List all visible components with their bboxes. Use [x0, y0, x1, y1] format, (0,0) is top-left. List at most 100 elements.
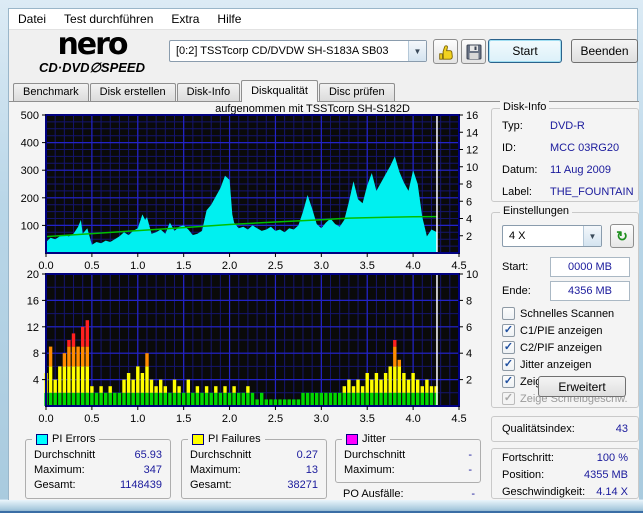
- quality-index-value: 43: [616, 423, 628, 435]
- checkbox-icon: [502, 307, 515, 320]
- save-button[interactable]: [461, 39, 486, 64]
- pi-errors-stats-title: PI Errors: [52, 433, 95, 445]
- tab-diskqualitaet[interactable]: Diskqualität: [241, 80, 318, 102]
- refresh-icon: ↻: [616, 228, 628, 245]
- svg-text:4.0: 4.0: [405, 413, 420, 425]
- pi-errors-chart: 1002003004005002468101214160.00.51.01.52…: [11, 107, 489, 271]
- quality-index-box: Qualitätsindex: 43: [491, 416, 639, 442]
- start-button[interactable]: Start: [488, 39, 562, 63]
- menu-item-extra[interactable]: Extra: [162, 10, 208, 28]
- svg-text:300: 300: [21, 165, 39, 177]
- client-area: Datei Test durchführen Extra Hilfe nero …: [8, 8, 638, 500]
- progress-box: Fortschritt:100 % Position:4355 MB Gesch…: [491, 448, 639, 499]
- pi-failures-average: 0.27: [297, 448, 318, 463]
- chevron-down-icon[interactable]: ▼: [583, 226, 601, 246]
- quit-button-label: Beenden: [580, 44, 628, 58]
- po-failures-value: -: [471, 488, 475, 500]
- quality-index-label: Qualitätsindex:: [502, 423, 575, 435]
- end-field-label: Ende:: [502, 285, 531, 297]
- svg-text:200: 200: [21, 193, 39, 205]
- speed-value: 4.14 X: [596, 484, 628, 501]
- start-button-label: Start: [512, 44, 537, 58]
- svg-text:6: 6: [466, 322, 472, 334]
- pi-errors-stats-box: PI Errors Durchschnitt65.93 Maximum:347 …: [25, 439, 171, 499]
- svg-text:0.0: 0.0: [38, 413, 53, 425]
- settings-box: Einstellungen 4 X ▼ ↻ Start: 0000 MB End…: [491, 212, 639, 408]
- jitter-average: -: [468, 448, 472, 463]
- svg-text:400: 400: [21, 138, 39, 150]
- advanced-button[interactable]: Erweitert: [538, 376, 626, 397]
- position-value: 4355 MB: [584, 467, 628, 484]
- disk-info-title: Disk-Info: [500, 101, 549, 113]
- quit-button[interactable]: Beenden: [571, 39, 638, 63]
- checkbox-c1-pie-anzeigen[interactable]: ✓C1/PIE anzeigen: [502, 323, 603, 338]
- svg-text:3.5: 3.5: [360, 413, 375, 425]
- pi-failures-maximum: 13: [306, 463, 318, 478]
- jitter-stats-box: Jitter Durchschnitt- Maximum:-: [335, 439, 481, 483]
- svg-text:4.5: 4.5: [451, 413, 466, 425]
- po-failures-row: PO Ausfälle: -: [343, 488, 475, 500]
- svg-text:2: 2: [466, 375, 472, 387]
- tab-disk-erstellen[interactable]: Disk erstellen: [90, 83, 176, 102]
- start-field[interactable]: 0000 MB: [550, 257, 630, 277]
- checkbox-jitter-anzeigen[interactable]: ✓Jitter anzeigen: [502, 357, 592, 372]
- end-field[interactable]: 4356 MB: [550, 281, 630, 301]
- checkbox-schnelles-scannen[interactable]: Schnelles Scannen: [502, 306, 614, 321]
- disk-date-value: 11 Aug 2009: [550, 159, 611, 181]
- svg-text:4: 4: [466, 214, 472, 226]
- chevron-down-icon[interactable]: ▼: [408, 41, 426, 61]
- svg-text:1.5: 1.5: [176, 413, 191, 425]
- pi-errors-total: 1148439: [120, 478, 162, 493]
- checkbox-icon: ✓: [502, 324, 515, 337]
- cd-dvd-speed-logo-text: CD·DVD∅SPEED: [17, 61, 167, 74]
- svg-text:8: 8: [466, 295, 472, 307]
- speed-selector[interactable]: 4 X ▼: [502, 225, 602, 247]
- svg-text:10: 10: [466, 270, 478, 281]
- menu-item-datei[interactable]: Datei: [9, 10, 55, 28]
- pi-errors-maximum: 347: [144, 463, 162, 478]
- jitter-maximum: -: [468, 463, 472, 478]
- svg-text:500: 500: [21, 110, 39, 122]
- disk-info-box: Disk-Info Typ:DVD-R ID:MCC 03RG20 Datum:…: [491, 108, 639, 202]
- tab-benchmark[interactable]: Benchmark: [13, 83, 89, 102]
- svg-text:8: 8: [466, 179, 472, 191]
- svg-text:16: 16: [27, 295, 39, 307]
- tab-strip: Benchmark Disk erstellen Disk-Info Diskq…: [13, 81, 396, 102]
- disc-quality-page: aufgenommen mit TSSTcorp SH-S182D 100200…: [9, 101, 639, 500]
- checkbox-icon: ✓: [502, 341, 515, 354]
- pi-failures-chart: 481216202468100.00.51.01.52.02.53.03.54.…: [11, 270, 489, 428]
- refresh-button[interactable]: ↻: [610, 224, 634, 248]
- svg-text:20: 20: [27, 270, 39, 281]
- pi-failures-stats-title: PI Failures: [208, 433, 261, 445]
- svg-text:10: 10: [466, 162, 478, 174]
- thumbs-up-icon: [437, 43, 455, 61]
- checkbox-icon: ✓: [502, 392, 515, 405]
- svg-text:4: 4: [466, 348, 472, 360]
- pi-failures-total: 38271: [287, 478, 318, 493]
- menu-item-hilfe[interactable]: Hilfe: [208, 10, 250, 28]
- start-field-label: Start:: [502, 261, 528, 273]
- tab-disk-info[interactable]: Disk-Info: [177, 83, 240, 102]
- jitter-swatch: [346, 434, 358, 445]
- svg-text:0.5: 0.5: [84, 413, 99, 425]
- options-button[interactable]: [433, 39, 458, 64]
- svg-text:100: 100: [21, 220, 39, 232]
- svg-text:14: 14: [466, 127, 478, 139]
- drive-selector[interactable]: [0:2] TSSTcorp CD/DVDW SH-S183A SB03 ▼: [169, 40, 427, 62]
- drive-selector-value: [0:2] TSSTcorp CD/DVDW SH-S183A SB03: [176, 45, 389, 57]
- tab-disc-pruefen[interactable]: Disc prüfen: [319, 83, 395, 102]
- nero-logo-text: nero: [17, 30, 167, 60]
- progress-value: 100 %: [597, 450, 628, 467]
- checkbox-c2-pif-anzeigen[interactable]: ✓C2/PIF anzeigen: [502, 340, 602, 355]
- svg-text:16: 16: [466, 110, 478, 122]
- svg-text:2: 2: [466, 231, 472, 243]
- disk-id-value: MCC 03RG20: [550, 137, 619, 159]
- app-window: Datei Test durchführen Extra Hilfe nero …: [0, 0, 643, 513]
- advanced-button-label: Erweitert: [558, 380, 605, 394]
- menu-item-test-durchfuehren[interactable]: Test durchführen: [55, 10, 162, 28]
- svg-text:12: 12: [466, 145, 478, 157]
- svg-text:3.0: 3.0: [314, 413, 329, 425]
- svg-text:4: 4: [33, 375, 39, 387]
- save-icon: [466, 44, 482, 60]
- nero-logo: nero CD·DVD∅SPEED: [17, 30, 167, 74]
